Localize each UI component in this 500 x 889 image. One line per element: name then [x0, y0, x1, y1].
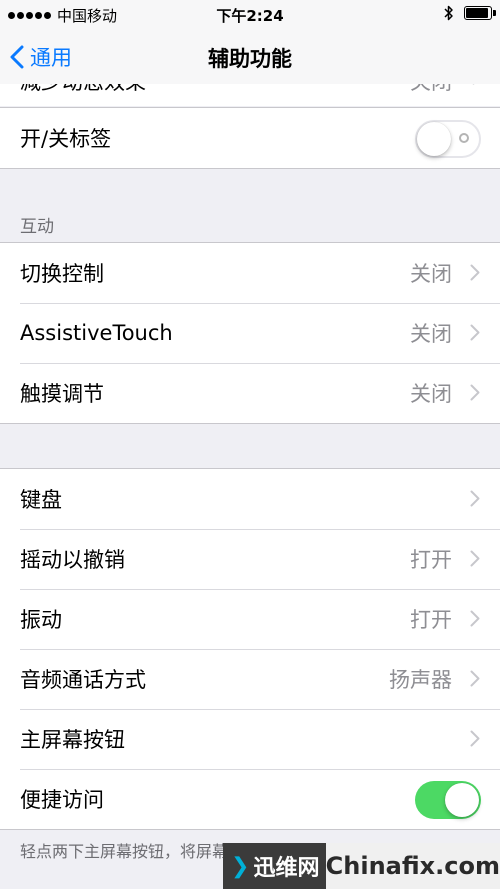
row-label: 音频通话方式 — [20, 668, 146, 692]
reduce-motion-row[interactable]: 减少动态效果 关闭 — [0, 84, 500, 106]
shake-to-undo-row[interactable]: 摇动以撤销 打开 — [0, 529, 500, 589]
onoff-labels-row: 开/关标签 — [0, 108, 500, 168]
chevron-right-icon — [472, 84, 475, 85]
row-label: 振动 — [20, 608, 62, 632]
row-label: AssistiveTouch — [20, 321, 173, 345]
off-indicator-icon — [459, 133, 469, 143]
row-value: 关闭 — [410, 382, 452, 406]
row-label: 主屏幕按钮 — [20, 728, 125, 752]
bluetooth-icon — [444, 5, 453, 21]
row-label: 减少动态效果 — [20, 84, 146, 96]
chevron-right-icon — [470, 490, 480, 507]
row-label: 开/关标签 — [20, 127, 112, 151]
interaction-group: 切换控制 关闭 AssistiveTouch 关闭 触摸调节 关闭 — [0, 242, 500, 424]
watermark-right-text: Chinafix.com — [325, 843, 500, 889]
chevron-right-icon — [470, 610, 480, 627]
row-value: 关闭 — [410, 84, 452, 96]
chevron-right-icon — [470, 550, 480, 567]
onoff-labels-toggle[interactable] — [415, 120, 481, 158]
reachability-toggle[interactable] — [415, 781, 481, 819]
arrow-logo-icon: ❯ — [231, 853, 250, 879]
watermark-left-text: 迅维网 — [253, 856, 320, 881]
row-value: 打开 — [410, 608, 452, 632]
chevron-right-icon — [470, 670, 480, 687]
status-right — [444, 5, 496, 21]
general-group: 键盘 摇动以撤销 打开 振动 打开 音频通话方式 扬声器 主屏幕按钮 便捷访问 — [0, 468, 500, 830]
chevron-right-icon — [470, 384, 480, 401]
toggle-knob — [445, 783, 479, 817]
switch-control-row[interactable]: 切换控制 关闭 — [0, 243, 500, 303]
watermark-logo: ❯ 迅维网 — [223, 843, 326, 889]
home-button-row[interactable]: 主屏幕按钮 — [0, 709, 500, 769]
row-label: 便捷访问 — [20, 788, 104, 812]
row-label: 摇动以撤销 — [20, 548, 125, 572]
status-time: 下午2:24 — [216, 7, 284, 25]
row-label: 键盘 — [20, 488, 62, 512]
navigation-bar: 通用 辅助功能 — [0, 30, 500, 85]
chevron-right-icon — [470, 324, 480, 341]
touch-accommodations-row[interactable]: 触摸调节 关闭 — [0, 363, 500, 423]
row-value: 关闭 — [410, 322, 452, 346]
chevron-right-icon — [470, 264, 480, 281]
reachability-row: 便捷访问 — [0, 769, 500, 829]
site-watermark: ❯ 迅维网 Chinafix.com — [223, 843, 500, 889]
row-value: 关闭 — [410, 262, 452, 286]
vibration-row[interactable]: 振动 打开 — [0, 589, 500, 649]
row-value: 扬声器 — [389, 668, 452, 692]
row-label: 切换控制 — [20, 262, 104, 286]
assistivetouch-row[interactable]: AssistiveTouch 关闭 — [0, 303, 500, 363]
call-audio-routing-row[interactable]: 音频通话方式 扬声器 — [0, 649, 500, 709]
onoff-labels-group: 开/关标签 — [0, 107, 500, 169]
toggle-knob — [417, 122, 451, 156]
chevron-right-icon — [470, 730, 480, 747]
status-bar: 中国移动 下午2:24 — [0, 0, 500, 30]
row-value: 打开 — [410, 548, 452, 572]
row-label: 触摸调节 — [20, 382, 104, 406]
page-title: 辅助功能 — [208, 47, 292, 71]
keyboard-row[interactable]: 键盘 — [0, 469, 500, 529]
battery-icon — [464, 6, 496, 20]
section-header-interaction: 互动 — [20, 217, 54, 237]
